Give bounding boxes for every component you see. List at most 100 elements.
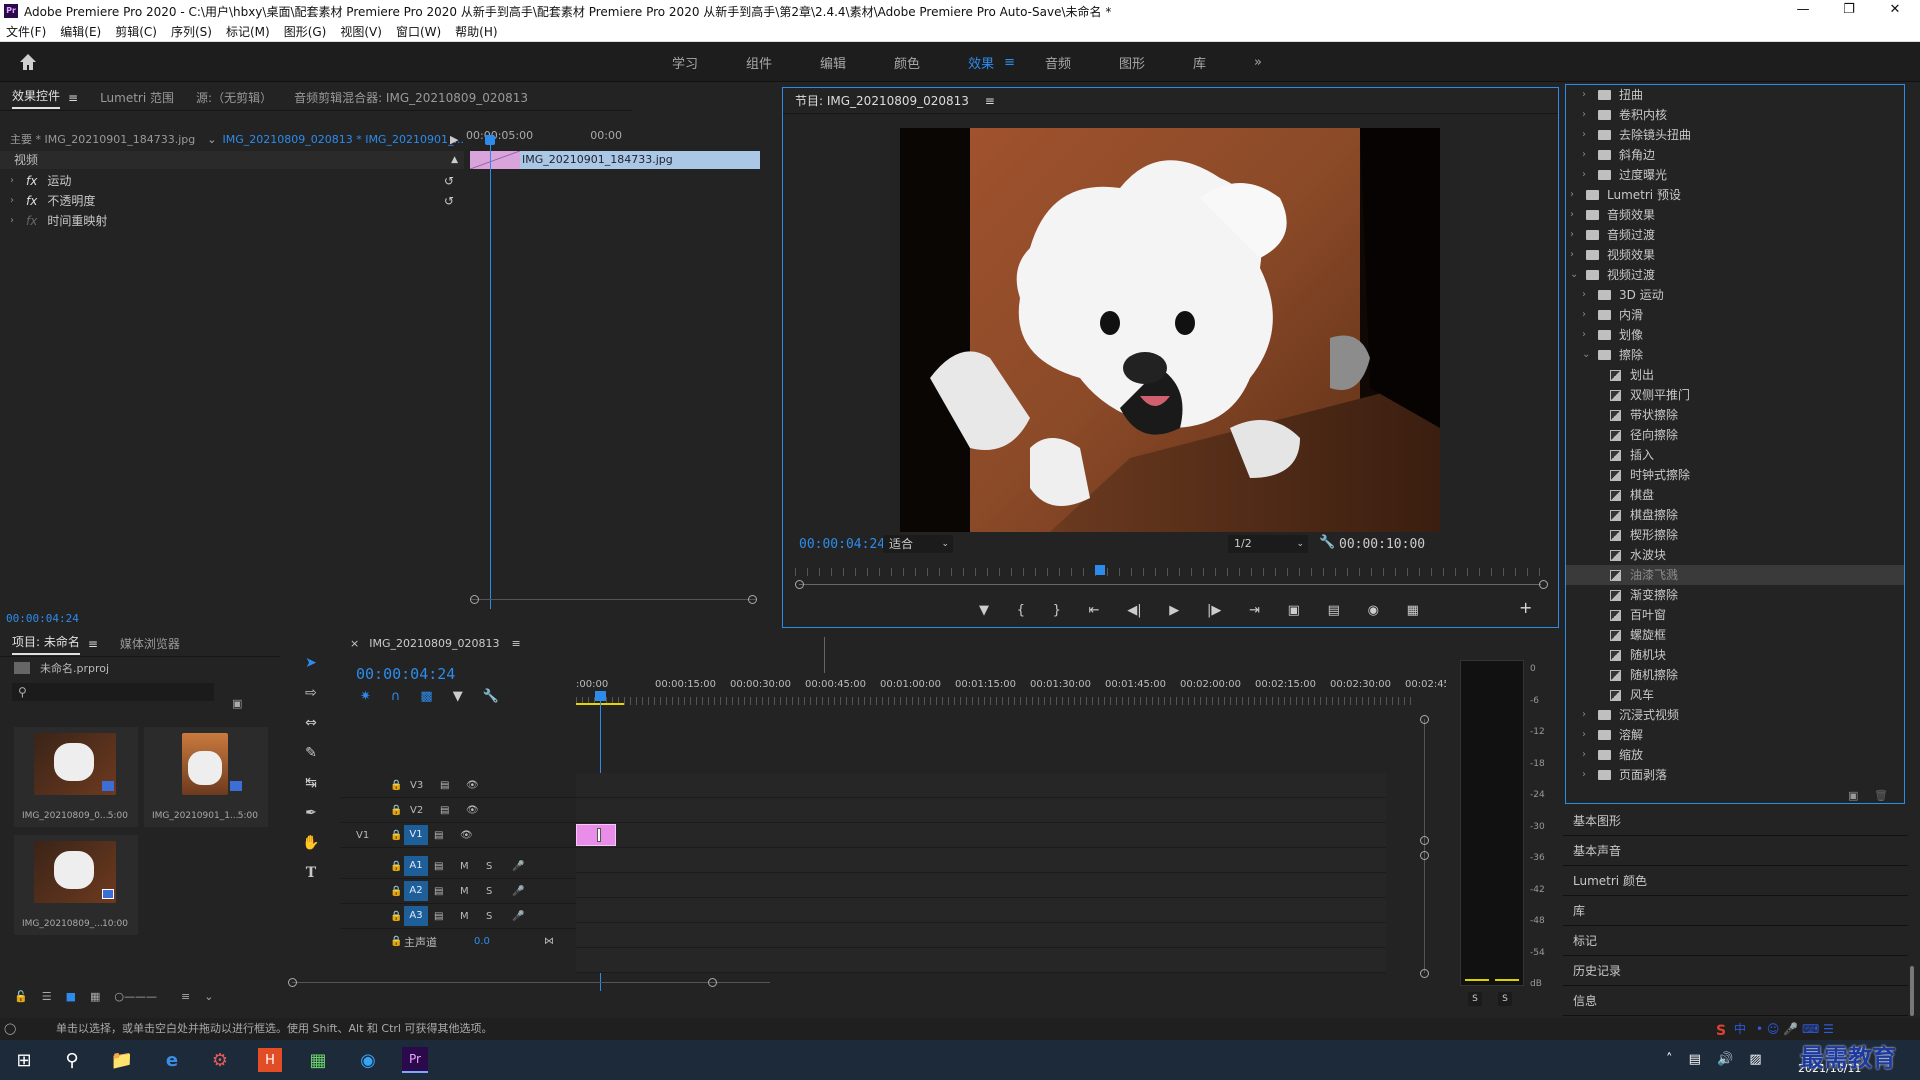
extract-icon[interactable]: ▤: [1328, 603, 1340, 618]
home-icon[interactable]: [18, 52, 38, 72]
mute-button[interactable]: M: [460, 886, 486, 897]
linked-selection-icon[interactable]: ▩: [420, 689, 432, 704]
windows-start-icon[interactable]: ⊞: [8, 1044, 40, 1076]
track-area[interactable]: [576, 773, 1386, 973]
ec-scrollbar[interactable]: [470, 599, 756, 600]
effects-tree-item[interactable]: 随机块: [1566, 645, 1904, 665]
chevron-down-icon[interactable]: ⌄: [1570, 265, 1580, 285]
search-icon[interactable]: ⚲: [56, 1044, 88, 1076]
collapsed-panel-header[interactable]: 库: [1563, 896, 1908, 926]
track-target-v1[interactable]: V1: [404, 825, 428, 845]
timeline-playhead[interactable]: [595, 691, 606, 701]
panel-menu-icon[interactable]: ≡: [88, 637, 98, 651]
chevron-right-icon[interactable]: ›: [1582, 285, 1592, 305]
workspace-tab-color[interactable]: 颜色: [894, 53, 920, 72]
collapse-up-icon[interactable]: ▲: [451, 151, 458, 169]
sequence-tab[interactable]: IMG_20210809_020813: [369, 637, 499, 650]
program-zoom-bar[interactable]: [799, 584, 1541, 585]
eye-icon[interactable]: 👁: [466, 805, 479, 816]
export-frame-camera-icon[interactable]: ◉: [1368, 603, 1379, 618]
chevron-right-icon[interactable]: ›: [1582, 725, 1592, 745]
track-header-v3[interactable]: 🔒 V3 ▤ 👁: [340, 773, 576, 798]
lock-icon[interactable]: 🔒: [390, 805, 410, 816]
effects-tree-item[interactable]: 渐变擦除: [1566, 585, 1904, 605]
file-explorer-icon[interactable]: 📁: [106, 1044, 138, 1076]
clip-edit-point[interactable]: [597, 828, 601, 842]
effects-tree-item[interactable]: › 斜角边: [1566, 145, 1904, 165]
menu-view[interactable]: 视图(V): [340, 23, 382, 40]
track-header-v1[interactable]: V1 🔒 V1 ▤ 👁: [340, 823, 576, 848]
html-app-icon[interactable]: H: [258, 1048, 282, 1072]
eye-icon[interactable]: 👁: [460, 830, 473, 841]
lock-icon[interactable]: 🔒: [390, 911, 404, 922]
tab-source[interactable]: 源:（无剪辑）: [196, 89, 272, 106]
chevron-right-icon[interactable]: ›: [1582, 125, 1592, 145]
project-item[interactable]: IMG_20210809_... 10:00: [14, 835, 138, 935]
effects-tree-item[interactable]: 带状擦除: [1566, 405, 1904, 425]
panel-menu-icon[interactable]: ≡: [985, 94, 995, 108]
effects-tree-item[interactable]: › 溶解: [1566, 725, 1904, 745]
reset-icon[interactable]: ↺: [444, 191, 454, 211]
ime-logo-icon[interactable]: S: [1716, 1020, 1726, 1042]
chevron-right-icon[interactable]: ›: [1582, 145, 1592, 165]
chevron-down-icon[interactable]: ⌄: [204, 990, 213, 1003]
zoom-handle-left[interactable]: [795, 580, 804, 589]
collapsed-panel-header[interactable]: 信息: [1563, 986, 1908, 1016]
tab-project[interactable]: 项目: 未命名: [12, 633, 80, 655]
track-header-master[interactable]: 🔒 主声道 0.0 ⋈: [340, 929, 576, 954]
tab-effect-controls[interactable]: 效果控件: [12, 87, 61, 109]
fit-select[interactable]: 适合 ⌄: [883, 535, 953, 553]
sync-lock-icon[interactable]: ▤: [440, 780, 466, 791]
ec-playhead[interactable]: [485, 135, 495, 145]
ime-mode[interactable]: 中: [1734, 1018, 1746, 1040]
wrench-icon[interactable]: 🔧: [483, 689, 499, 704]
play-triangle-icon[interactable]: ▶: [450, 133, 458, 146]
chevron-right-icon[interactable]: ›: [1582, 745, 1592, 765]
minimize-button[interactable]: —: [1780, 0, 1826, 22]
effects-tree-item[interactable]: 双侧平推门: [1566, 385, 1904, 405]
collapsed-panel-header[interactable]: Lumetri 颜色: [1563, 866, 1908, 896]
razor-tool-icon[interactable]: ✎: [298, 741, 324, 765]
chevron-right-icon[interactable]: ›: [1582, 765, 1592, 785]
effects-tree-item[interactable]: › 划像: [1566, 325, 1904, 345]
right-panels-scrollbar[interactable]: [1910, 966, 1914, 1016]
icon-view-icon[interactable]: ■: [66, 990, 76, 1003]
v-scroll-mid[interactable]: [1420, 836, 1429, 845]
zoom-handle-right[interactable]: [1539, 580, 1548, 589]
lock-icon[interactable]: 🔒: [390, 936, 404, 947]
ec-scroll-handle-right[interactable]: [748, 595, 757, 604]
v-scroll-mid2[interactable]: [1420, 851, 1429, 860]
go-to-out-icon[interactable]: ⇥: [1249, 603, 1260, 618]
wrench-icon[interactable]: 🔧: [1319, 535, 1335, 550]
program-timecode[interactable]: 00:00:04:24: [799, 537, 885, 552]
ec-transition-block[interactable]: [470, 151, 520, 169]
zoom-slider[interactable]: ○———: [114, 990, 157, 1003]
effects-tree-item[interactable]: › 3D 运动: [1566, 285, 1904, 305]
program-ruler[interactable]: [795, 568, 1547, 576]
effects-tree-item[interactable]: › 扭曲: [1566, 85, 1904, 105]
mark-in-icon[interactable]: {: [1017, 603, 1025, 618]
solo-left-button[interactable]: S: [1468, 992, 1482, 1006]
effects-tree-item[interactable]: 插入: [1566, 445, 1904, 465]
chevron-right-icon[interactable]: ›: [1570, 225, 1580, 245]
workspace-tab-assembly[interactable]: 组件: [746, 53, 772, 72]
project-search-input[interactable]: ⚲: [12, 683, 214, 701]
close-button[interactable]: ✕: [1872, 0, 1918, 22]
lift-icon[interactable]: ▣: [1288, 603, 1300, 618]
sync-lock-icon[interactable]: ▤: [434, 830, 460, 841]
workspace-tab-editing[interactable]: 编辑: [820, 53, 846, 72]
solo-right-button[interactable]: S: [1498, 992, 1512, 1006]
project-item[interactable]: IMG_20210901_1... 5:00: [144, 727, 268, 827]
timeline-ruler[interactable]: :00:00 00:00:15:00 00:00:30:00 00:00:45:00 0…: [576, 679, 1453, 697]
effects-tree-item[interactable]: 油漆飞溅: [1566, 565, 1904, 585]
menu-window[interactable]: 窗口(W): [396, 23, 441, 40]
track-header-a2[interactable]: 🔒 A2 ▤ M S 🎤: [340, 879, 576, 904]
go-to-in-icon[interactable]: ⇤: [1089, 603, 1100, 618]
sync-lock-icon[interactable]: ▤: [434, 861, 460, 872]
sync-lock-icon[interactable]: ▤: [434, 911, 460, 922]
blue-app-icon[interactable]: ◉: [352, 1044, 384, 1076]
sync-lock-icon[interactable]: ▤: [434, 886, 460, 897]
effects-tree-item[interactable]: › 沉浸式视频: [1566, 705, 1904, 725]
ec-timecode[interactable]: 00:00:04:24: [6, 612, 79, 625]
step-forward-icon[interactable]: |▶: [1207, 603, 1221, 618]
